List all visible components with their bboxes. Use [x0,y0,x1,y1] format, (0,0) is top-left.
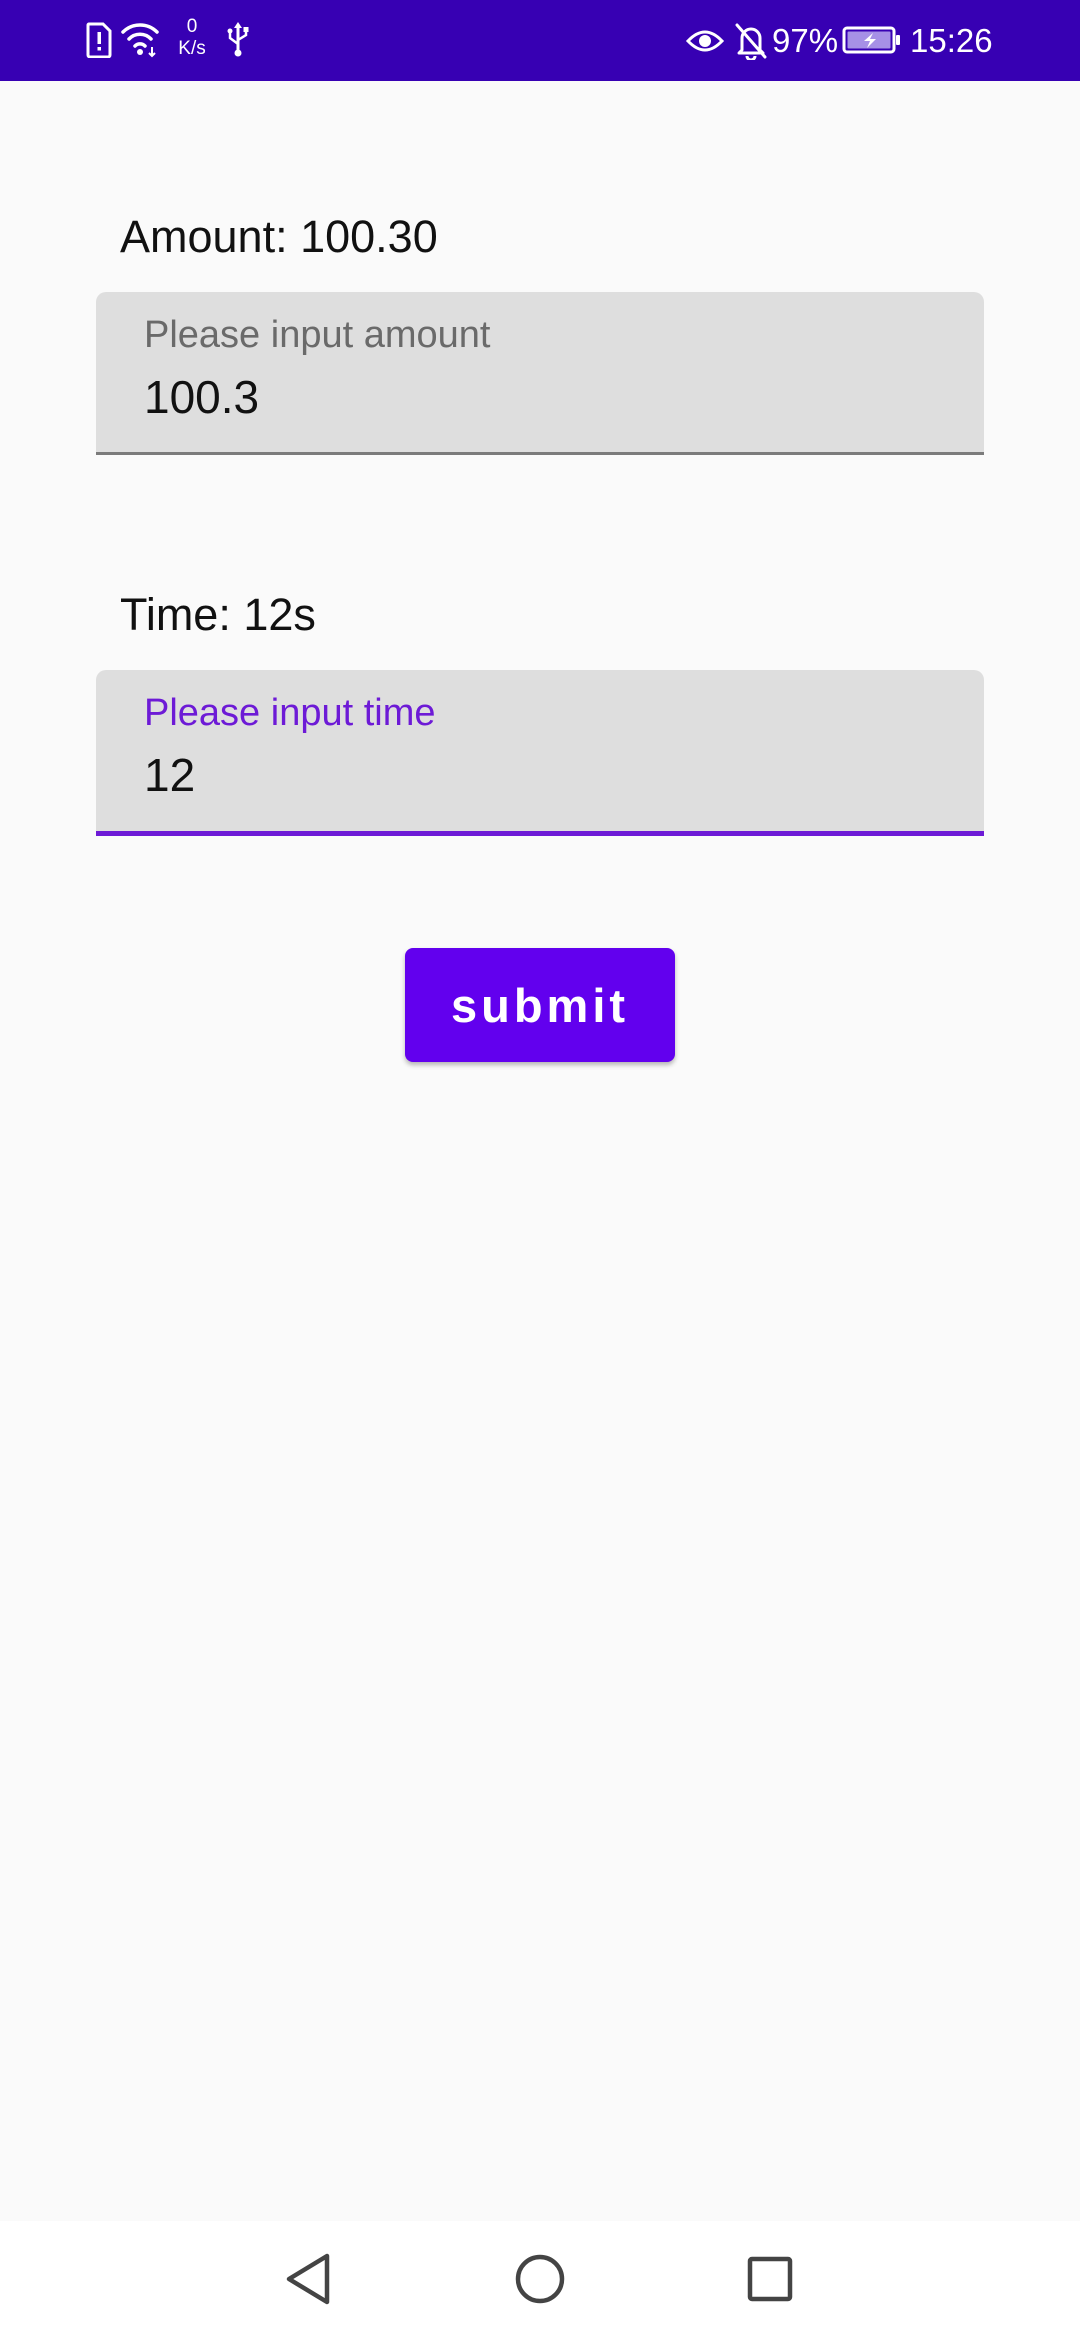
wifi-icon [120,20,160,58]
status-bar: 0 K/s 97% 15:26 [0,0,1080,81]
battery-charging-icon [842,24,902,56]
amount-field-hint: Please input amount [144,314,491,356]
navigation-bar [0,2221,1080,2340]
back-button[interactable] [278,2251,338,2311]
recents-icon [745,2254,795,2309]
recents-button[interactable] [740,2251,800,2311]
back-icon [283,2252,333,2311]
amount-label: Amount: 100.30 [120,211,438,262]
network-speed-unit: K/s [178,38,206,59]
time-input[interactable] [144,750,924,801]
network-speed: 0 K/s [172,16,212,60]
time-label: Time: 12s [120,589,316,640]
home-button[interactable] [510,2251,570,2311]
time-field-hint: Please input time [144,692,436,734]
time-field[interactable]: Please input time [96,670,984,836]
bell-off-icon [734,22,768,60]
network-speed-value: 0 [186,16,198,37]
amount-input[interactable] [144,372,924,423]
sim-alert-icon [86,22,112,58]
battery-percent: 97% [772,22,839,59]
amount-field[interactable]: Please input amount [96,292,984,455]
clock: 15:26 [910,22,993,59]
eye-icon [686,24,724,58]
usb-icon [226,20,250,58]
submit-button[interactable]: submit [405,948,675,1062]
home-icon [513,2252,567,2311]
